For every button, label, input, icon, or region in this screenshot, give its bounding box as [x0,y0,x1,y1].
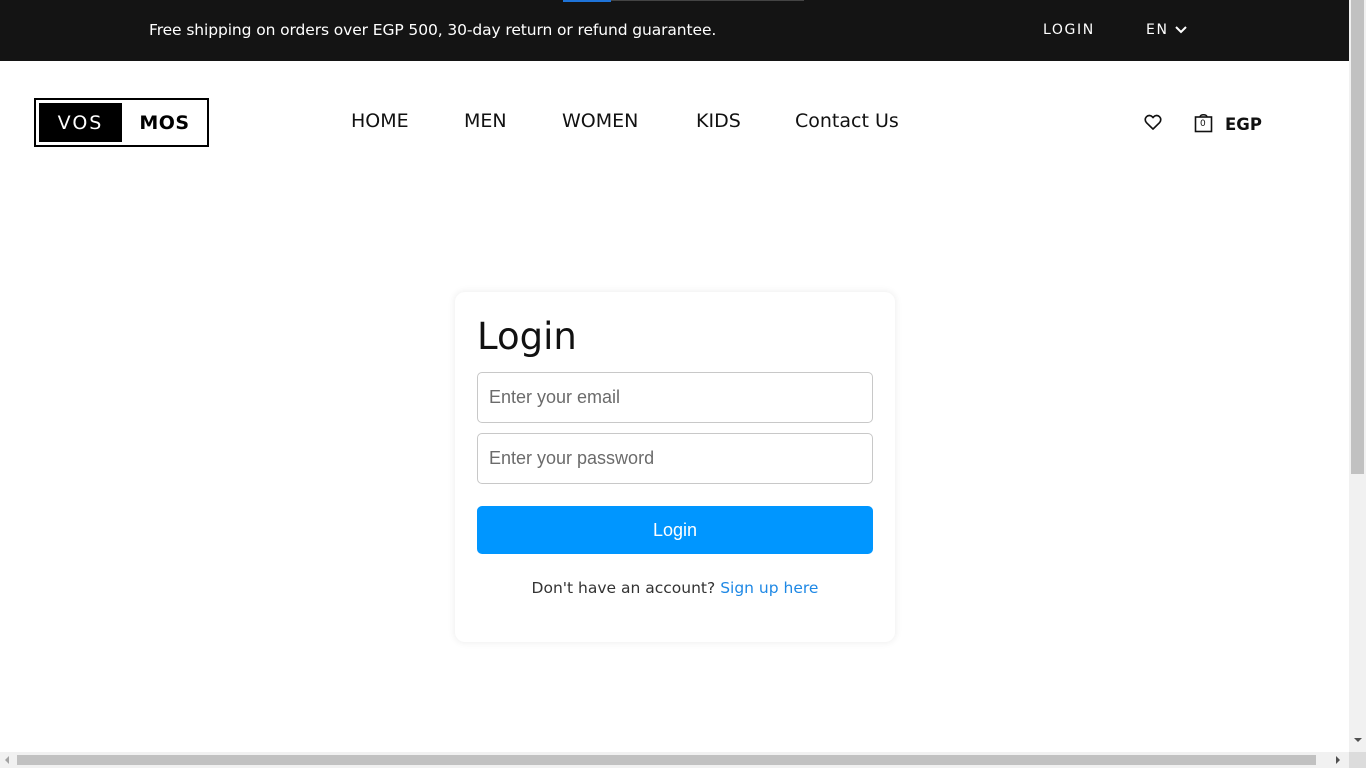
horizontal-scroll-thumb[interactable] [17,755,1316,765]
chevron-down-icon [1174,26,1187,34]
scroll-down-icon[interactable] [1354,738,1362,742]
site-header: VOS MOS HOME MEN WOMEN KIDS Contact Us 0… [0,61,1349,181]
nav-men[interactable]: MEN [464,109,507,133]
language-selector[interactable]: EN [1146,22,1187,38]
logo-vos: VOS [39,103,122,142]
scroll-left-icon[interactable] [5,756,9,764]
currency-selector[interactable]: EGP [1225,115,1262,135]
promo-text: Free shipping on orders over EGP 500, 30… [149,21,717,39]
logo-mos: MOS [139,111,190,134]
nav-women[interactable]: WOMEN [562,109,638,133]
vertical-scroll-thumb[interactable] [1351,0,1364,474]
email-field[interactable] [477,372,873,423]
signup-link[interactable]: Sign up here [720,579,818,597]
login-button[interactable]: Login [477,506,873,554]
nav-kids[interactable]: KIDS [696,109,741,133]
cart-count: 0 [1200,119,1206,129]
login-title: Login [477,315,577,358]
nav-home[interactable]: HOME [351,109,409,133]
scrollbar-corner [1349,752,1366,768]
signup-prompt: Don't have an account? Sign up here [455,578,895,598]
top-login-link[interactable]: LOGIN [1043,22,1095,38]
announcement-bar: Free shipping on orders over EGP 500, 30… [0,0,1349,61]
language-label: EN [1146,22,1169,38]
scroll-right-icon[interactable] [1336,756,1340,764]
signup-prompt-text: Don't have an account? [531,579,716,597]
horizontal-scrollbar[interactable] [0,752,1349,768]
shopping-bag-icon[interactable]: 0 [1194,112,1213,137]
heart-icon[interactable] [1143,112,1163,136]
loading-indicator [563,0,611,2]
site-logo[interactable]: VOS MOS [34,98,209,147]
password-field[interactable] [477,433,873,484]
nav-contact-us[interactable]: Contact Us [795,109,899,133]
loading-track [611,0,804,1]
login-card: Login Login Don't have an account? Sign … [455,292,895,642]
vertical-scrollbar[interactable] [1349,0,1366,752]
